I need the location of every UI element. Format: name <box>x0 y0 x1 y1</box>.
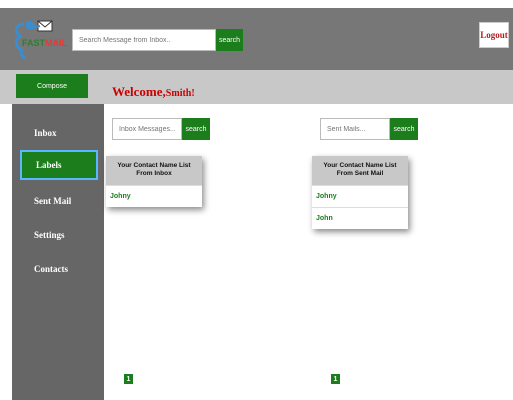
sidebar-item-sent-mail[interactable]: Sent Mail <box>20 186 98 216</box>
sent-search-input[interactable] <box>320 118 390 140</box>
sidebar-item-contacts[interactable]: Contacts <box>20 254 98 284</box>
inbox-contact-card: Your Contact Name List From Inbox Johny <box>106 156 202 207</box>
logout-button[interactable]: Logout <box>479 22 509 48</box>
header-search-input[interactable] <box>72 29 216 51</box>
inbox-search-input[interactable] <box>112 118 182 140</box>
sent-search-button[interactable]: search <box>390 118 418 140</box>
sent-card-title: Your Contact Name List From Sent Mail <box>312 156 408 185</box>
inbox-page-number[interactable]: 1 <box>124 374 133 384</box>
list-item[interactable]: Johny <box>106 184 202 207</box>
inbox-card-title: Your Contact Name List From Inbox <box>106 156 202 185</box>
logo-text: FASTMAIL <box>22 38 68 48</box>
compose-button[interactable]: Compose <box>16 74 88 98</box>
header-search-button[interactable]: search <box>216 29 243 51</box>
list-item[interactable]: John <box>312 206 408 229</box>
sent-page-number[interactable]: 1 <box>331 374 340 384</box>
list-item[interactable]: Johny <box>312 184 408 207</box>
inbox-search-button[interactable]: search <box>182 118 210 140</box>
welcome-message: Welcome,Smith! <box>112 84 195 99</box>
sent-contact-card: Your Contact Name List From Sent Mail Jo… <box>312 156 408 229</box>
sidebar-item-settings[interactable]: Settings <box>20 220 98 250</box>
sidebar-item-inbox[interactable]: Inbox <box>20 118 98 148</box>
sidebar: Inbox Labels Sent Mail Settings Contacts <box>12 104 104 400</box>
sidebar-item-labels[interactable]: Labels <box>20 150 98 180</box>
